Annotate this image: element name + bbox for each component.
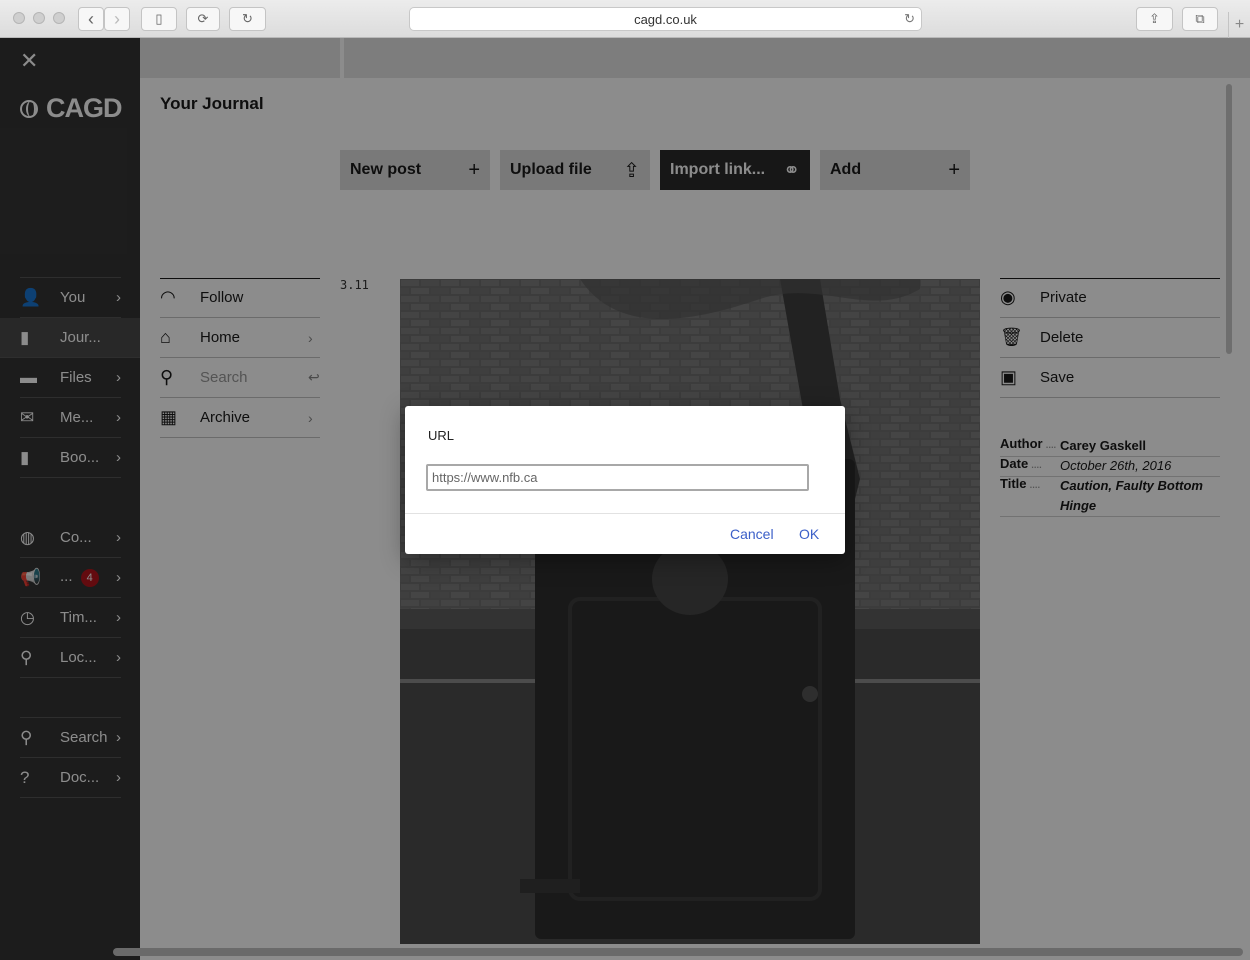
- window-zoom-button[interactable]: [53, 12, 65, 24]
- back-button[interactable]: ‹: [78, 7, 104, 31]
- import-link-dialog: URL Cancel OK: [405, 406, 845, 554]
- reload-page-button[interactable]: ↻: [229, 7, 266, 31]
- address-bar[interactable]: cagd.co.uk ↻: [409, 7, 922, 31]
- window-close-button[interactable]: [13, 12, 25, 24]
- forward-button[interactable]: ›: [104, 7, 130, 31]
- url-label: URL: [428, 428, 455, 443]
- url-input[interactable]: [426, 464, 809, 491]
- sidebar-toggle-button[interactable]: ▯: [141, 7, 177, 31]
- show-tabs-button[interactable]: ⧉: [1182, 7, 1218, 31]
- extension-button[interactable]: ⟳: [186, 7, 220, 31]
- new-tab-button[interactable]: +: [1228, 12, 1250, 38]
- ok-button[interactable]: OK: [799, 526, 819, 542]
- cancel-button[interactable]: Cancel: [730, 526, 774, 542]
- dialog-divider: [405, 513, 845, 514]
- browser-toolbar: ‹ › ▯ ⟳ ↻ cagd.co.uk ↻ ⇪ ⧉ +: [0, 0, 1250, 38]
- address-text: cagd.co.uk: [634, 11, 697, 27]
- reload-icon[interactable]: ↻: [904, 11, 915, 27]
- window-minimize-button[interactable]: [33, 12, 45, 24]
- share-button[interactable]: ⇪: [1136, 7, 1173, 31]
